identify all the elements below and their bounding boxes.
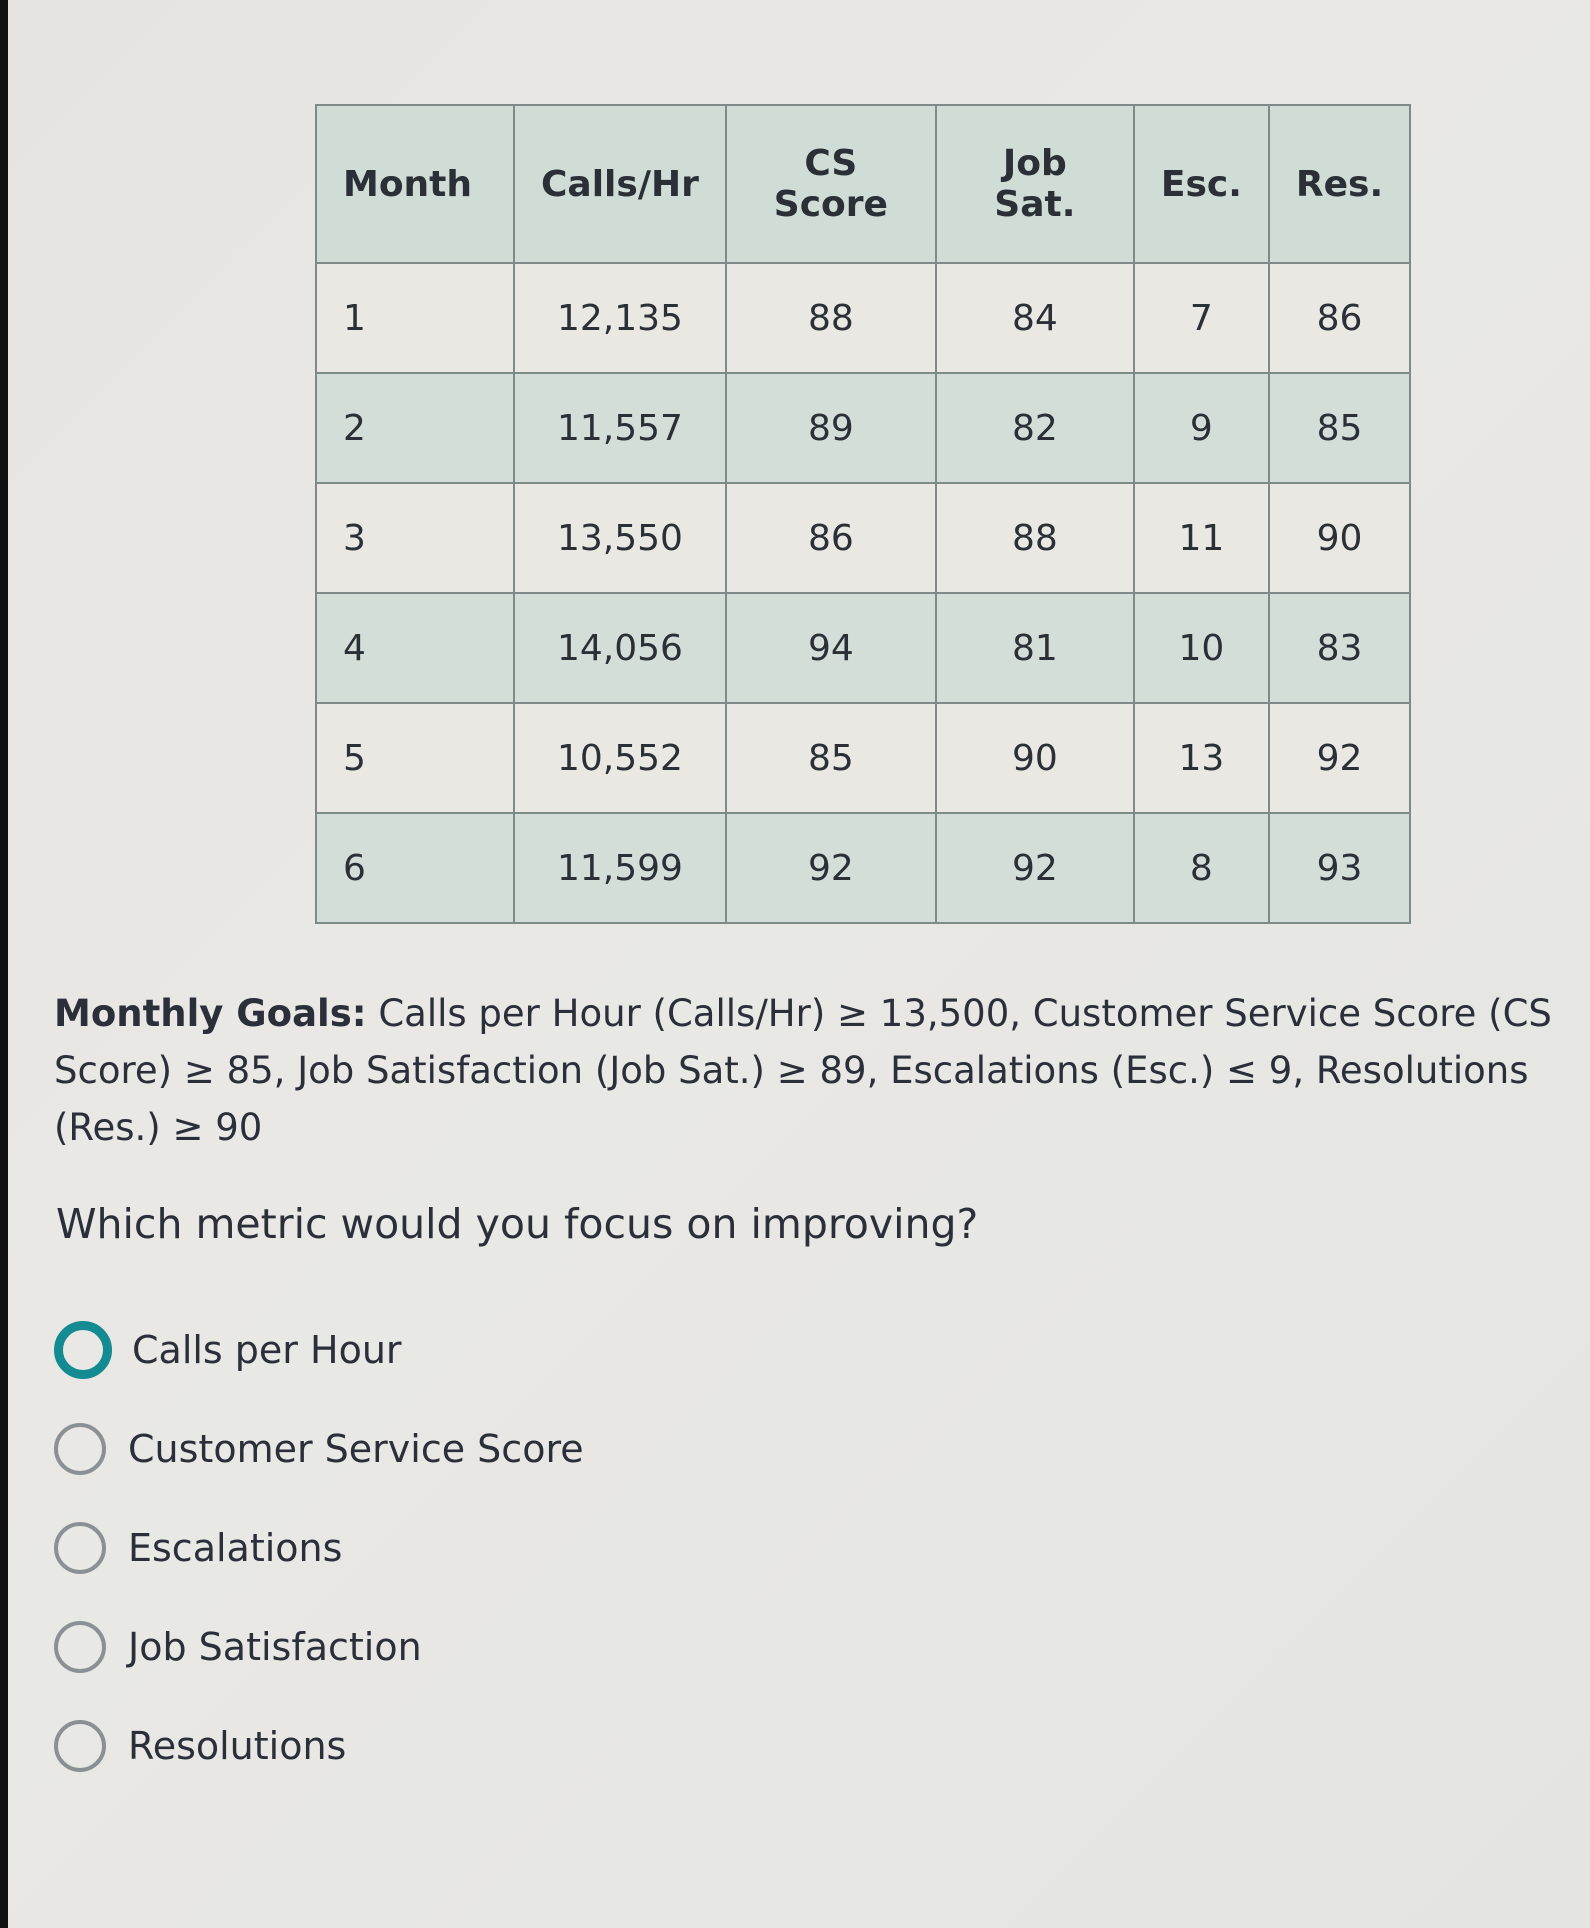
table-row: 6 11,599 92 92 8 93: [315, 812, 1412, 924]
header-month: Month: [315, 104, 515, 264]
option-job-satisfaction[interactable]: Job Satisfaction: [54, 1597, 584, 1696]
table-row: 5 10,552 85 90 13 92: [315, 702, 1412, 814]
cell-esc: 13: [1132, 702, 1270, 814]
cell-job-sat: 84: [934, 262, 1135, 374]
goals-label: Monthly Goals:: [54, 992, 367, 1035]
cell-esc: 11: [1132, 482, 1270, 594]
option-resolutions[interactable]: Resolutions: [54, 1696, 584, 1795]
header-res: Res.: [1267, 104, 1412, 264]
cell-calls-hr: 11,599: [513, 812, 727, 924]
metrics-table: Month Calls/Hr CS Score Job Sat. Esc. Re…: [315, 104, 1412, 924]
option-label: Calls per Hour: [132, 1327, 402, 1372]
cell-calls-hr: 14,056: [513, 592, 727, 704]
cell-job-sat: 92: [934, 812, 1135, 924]
screen-bezel: [0, 0, 8, 1928]
table-header-row: Month Calls/Hr CS Score Job Sat. Esc. Re…: [315, 104, 1412, 264]
cell-res: 90: [1267, 482, 1412, 594]
cell-res: 92: [1267, 702, 1412, 814]
cell-esc: 9: [1132, 372, 1270, 484]
cell-esc: 7: [1132, 262, 1270, 374]
cell-res: 86: [1267, 262, 1412, 374]
cell-res: 85: [1267, 372, 1412, 484]
table-row: 1 12,135 88 84 7 86: [315, 262, 1412, 374]
cell-calls-hr: 10,552: [513, 702, 727, 814]
cell-cs-score: 92: [724, 812, 937, 924]
cell-job-sat: 81: [934, 592, 1135, 704]
radio-button-icon[interactable]: [54, 1521, 106, 1574]
radio-button-icon[interactable]: [54, 1320, 112, 1379]
cell-job-sat: 88: [934, 482, 1135, 594]
cell-cs-score: 88: [724, 262, 937, 374]
header-esc: Esc.: [1132, 104, 1270, 264]
cell-res: 93: [1267, 812, 1412, 924]
cell-job-sat: 90: [934, 702, 1135, 814]
cell-month: 3: [315, 482, 515, 594]
radio-button-icon[interactable]: [54, 1620, 106, 1673]
cell-cs-score: 86: [724, 482, 937, 594]
cell-month: 2: [315, 372, 515, 484]
cell-month: 1: [315, 262, 515, 374]
cell-job-sat: 82: [934, 372, 1135, 484]
cell-month: 5: [315, 702, 515, 814]
cell-cs-score: 85: [724, 702, 937, 814]
option-customer-service-score[interactable]: Customer Service Score: [54, 1399, 584, 1498]
table-row: 2 11,557 89 82 9 85: [315, 372, 1412, 484]
cell-month: 4: [315, 592, 515, 704]
metrics-table-container: Month Calls/Hr CS Score Job Sat. Esc. Re…: [315, 104, 1412, 924]
question-prompt: Which metric would you focus on improvin…: [56, 1200, 979, 1248]
header-calls-hr: Calls/Hr: [513, 104, 727, 264]
cell-calls-hr: 11,557: [513, 372, 727, 484]
radio-button-icon[interactable]: [54, 1719, 106, 1772]
cell-res: 83: [1267, 592, 1412, 704]
cell-calls-hr: 12,135: [513, 262, 727, 374]
option-label: Customer Service Score: [128, 1426, 584, 1471]
table-row: 3 13,550 86 88 11 90: [315, 482, 1412, 594]
option-label: Resolutions: [128, 1723, 347, 1768]
table-row: 4 14,056 94 81 10 83: [315, 592, 1412, 704]
answer-options: Calls per Hour Customer Service Score Es…: [54, 1300, 584, 1795]
option-escalations[interactable]: Escalations: [54, 1498, 584, 1597]
monthly-goals: Monthly Goals: Calls per Hour (Calls/Hr)…: [54, 985, 1574, 1156]
cell-esc: 8: [1132, 812, 1270, 924]
cell-calls-hr: 13,550: [513, 482, 727, 594]
option-calls-per-hour[interactable]: Calls per Hour: [54, 1300, 584, 1399]
cell-esc: 10: [1132, 592, 1270, 704]
cell-month: 6: [315, 812, 515, 924]
radio-button-icon[interactable]: [54, 1422, 106, 1475]
option-label: Escalations: [128, 1525, 343, 1570]
cell-cs-score: 94: [724, 592, 937, 704]
header-job-sat: Job Sat.: [934, 104, 1135, 264]
option-label: Job Satisfaction: [128, 1624, 422, 1669]
cell-cs-score: 89: [724, 372, 937, 484]
header-cs-score: CS Score: [724, 104, 937, 264]
